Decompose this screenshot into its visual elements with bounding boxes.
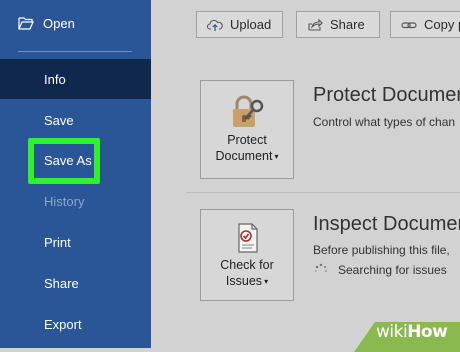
check-button-line1: Check for: [220, 258, 274, 272]
inspect-status: Searching for issues: [314, 263, 447, 277]
folder-open-icon: [18, 17, 34, 30]
inspect-document-icon: [238, 223, 258, 253]
inspect-title: Inspect Documen: [313, 213, 460, 235]
check-button-line2-wrap: Issues ▾: [226, 274, 268, 288]
link-icon: [401, 21, 417, 28]
watermark-part2: How: [407, 322, 448, 342]
inspect-description: Before publishing this file,: [313, 243, 450, 257]
sidebar-item-history: History: [0, 181, 151, 221]
sidebar-item-print[interactable]: Print: [0, 222, 151, 262]
check-button-line2: Issues: [225, 274, 263, 288]
sidebar-item-label: Save: [44, 112, 74, 128]
sidebar-item-label: Info: [44, 71, 66, 87]
protect-button-line1: Protect: [227, 133, 267, 147]
protect-document-button[interactable]: Protect Document ▾: [200, 80, 294, 179]
chevron-down-icon: ▾: [264, 277, 269, 287]
wikihow-watermark: wikiHow: [376, 322, 448, 342]
loading-spinner-icon: [315, 263, 327, 272]
protect-title: Protect Documen: [313, 84, 460, 106]
protect-button-line2: Document: [215, 149, 273, 163]
inspect-status-text: Searching for issues: [338, 263, 447, 277]
watermark-part1: wiki: [376, 322, 408, 342]
copy-path-button[interactable]: Copy p: [390, 11, 460, 38]
share-arrow-icon: [308, 18, 323, 31]
padlock-key-icon: [233, 95, 264, 127]
protect-description: Control what types of chan: [313, 115, 456, 129]
protect-button-line2-wrap: Document ▾: [216, 149, 279, 163]
sidebar-item-open[interactable]: Open: [18, 12, 75, 34]
upload-label: Upload: [230, 17, 272, 32]
cloud-upload-icon: [207, 19, 223, 31]
sidebar-item-info[interactable]: Info: [0, 59, 151, 99]
sidebar-item-share[interactable]: Share: [0, 263, 151, 303]
share-label: Share: [330, 17, 365, 32]
highlight-box: [28, 138, 100, 184]
sidebar-item-label: Export: [44, 316, 82, 332]
sidebar-item-label: History: [44, 193, 85, 209]
sidebar-item-label: Open: [43, 15, 75, 31]
sidebar-item-label: Print: [44, 234, 71, 250]
sidebar-item-export[interactable]: Export: [0, 304, 151, 344]
upload-button[interactable]: Upload: [196, 11, 283, 38]
section-divider: [186, 192, 460, 193]
sidebar-divider: [18, 51, 132, 52]
sidebar-item-label: Share: [44, 275, 79, 291]
sidebar-item-save[interactable]: Save: [0, 100, 151, 140]
share-button[interactable]: Share: [296, 11, 380, 38]
check-for-issues-button[interactable]: Check for Issues ▾: [200, 209, 294, 301]
copy-path-label: Copy p: [424, 17, 460, 32]
chevron-down-icon: ▾: [274, 152, 279, 162]
